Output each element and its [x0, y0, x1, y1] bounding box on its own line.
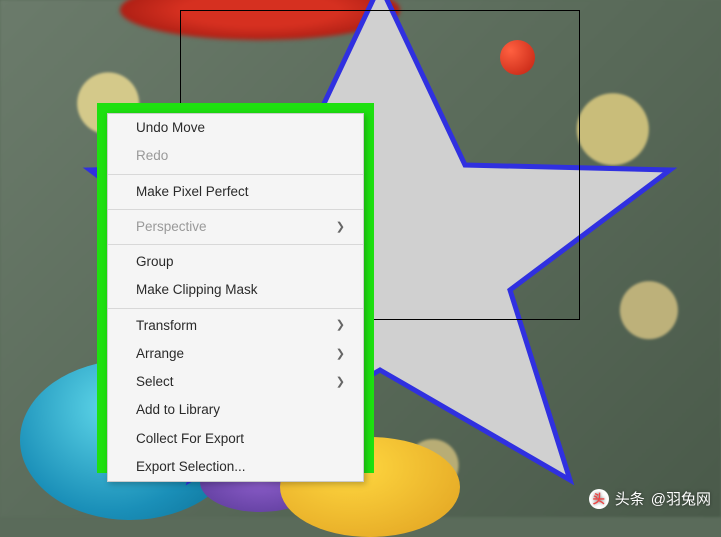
menu-undo-label: Undo Move — [136, 118, 205, 138]
menu-redo: Redo — [108, 142, 363, 170]
menu-group-label: Group — [136, 252, 174, 272]
menu-perspective: Perspective ❯ — [108, 213, 363, 241]
menu-select[interactable]: Select ❯ — [108, 368, 363, 396]
menu-group[interactable]: Group — [108, 248, 363, 276]
watermark: 头 头条 @羽兔网 — [589, 488, 711, 509]
chevron-right-icon: ❯ — [336, 219, 345, 236]
menu-export-selection-label: Export Selection... — [136, 457, 246, 477]
menu-add-library[interactable]: Add to Library — [108, 396, 363, 424]
chevron-right-icon: ❯ — [336, 346, 345, 363]
menu-collect-export-label: Collect For Export — [136, 429, 244, 449]
menu-transform[interactable]: Transform ❯ — [108, 312, 363, 340]
menu-separator — [108, 209, 363, 210]
watermark-prefix: 头条 — [615, 488, 645, 509]
menu-arrange[interactable]: Arrange ❯ — [108, 340, 363, 368]
watermark-handle: @羽兔网 — [651, 488, 711, 509]
menu-clipping-mask[interactable]: Make Clipping Mask — [108, 276, 363, 304]
menu-separator — [108, 174, 363, 175]
watermark-logo-icon: 头 — [589, 489, 609, 509]
menu-collect-export[interactable]: Collect For Export — [108, 425, 363, 453]
menu-pixel-perfect[interactable]: Make Pixel Perfect — [108, 178, 363, 206]
menu-export-selection[interactable]: Export Selection... — [108, 453, 363, 481]
menu-transform-label: Transform — [136, 316, 197, 336]
menu-separator — [108, 244, 363, 245]
menu-separator — [108, 308, 363, 309]
context-menu: Undo Move Redo Make Pixel Perfect Perspe… — [107, 113, 364, 482]
menu-undo[interactable]: Undo Move — [108, 114, 363, 142]
menu-clipping-mask-label: Make Clipping Mask — [136, 280, 258, 300]
menu-add-library-label: Add to Library — [136, 400, 220, 420]
chevron-right-icon: ❯ — [336, 317, 345, 334]
menu-perspective-label: Perspective — [136, 217, 207, 237]
menu-select-label: Select — [136, 372, 174, 392]
menu-redo-label: Redo — [136, 146, 168, 166]
menu-pixel-perfect-label: Make Pixel Perfect — [136, 182, 249, 202]
menu-arrange-label: Arrange — [136, 344, 184, 364]
chevron-right-icon: ❯ — [336, 374, 345, 391]
